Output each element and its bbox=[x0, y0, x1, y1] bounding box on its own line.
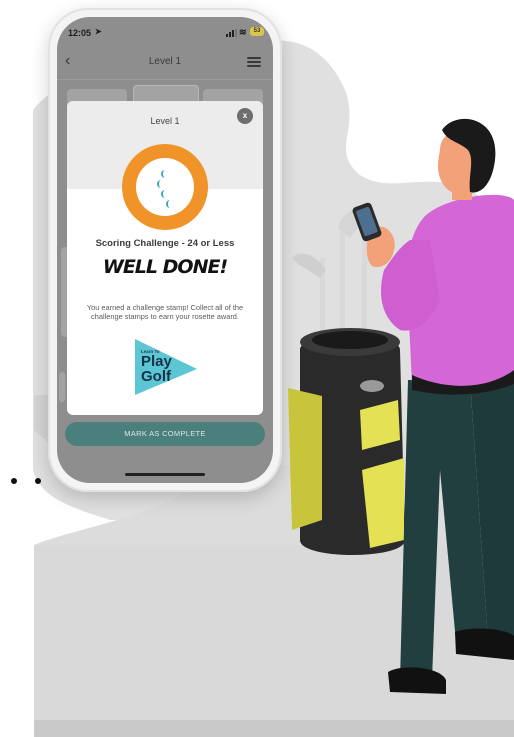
scene: 12:05 ➤ ≋ 53 ‹ Level 1 Level 1 x Scoring… bbox=[0, 0, 514, 737]
golfer-head bbox=[438, 118, 496, 200]
golf-bag bbox=[288, 328, 405, 555]
golfer-legs bbox=[388, 372, 514, 694]
golfer-with-golf-bag-illustration bbox=[288, 118, 514, 694]
